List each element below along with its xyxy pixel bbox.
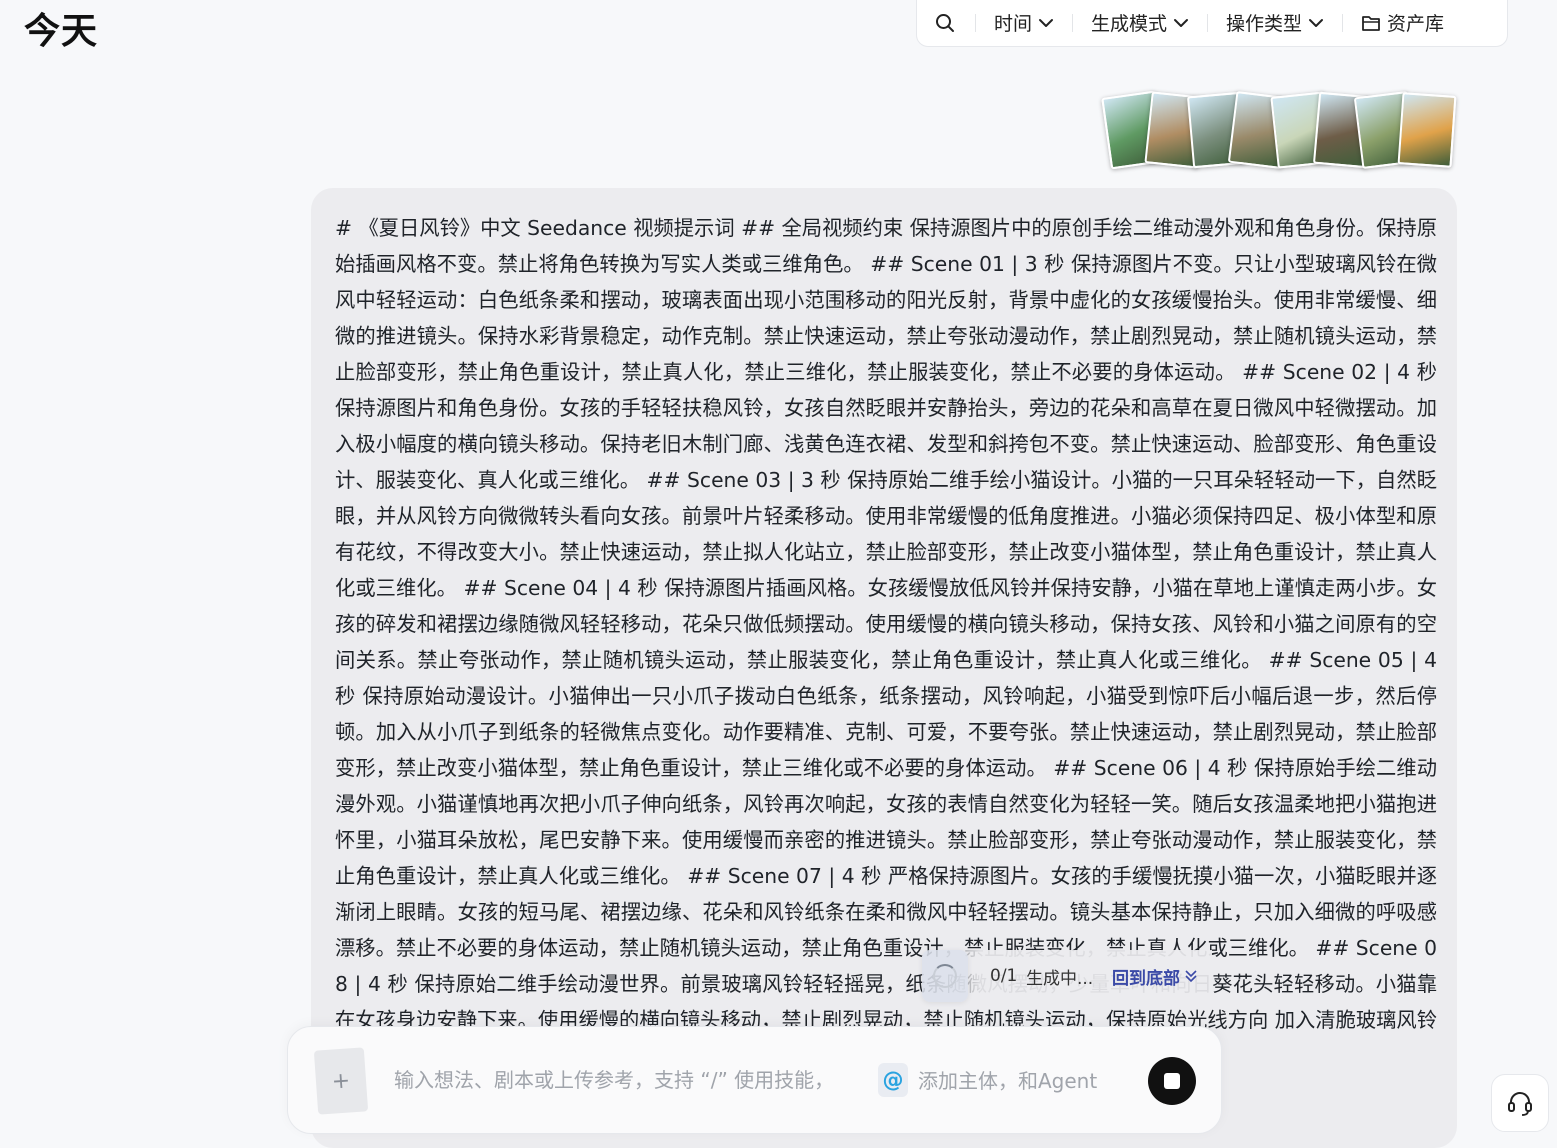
loading-spinner-icon bbox=[933, 964, 957, 988]
scroll-to-bottom-button[interactable]: 回到底部 bbox=[1112, 964, 1198, 989]
generation-state: 生成中... bbox=[1026, 968, 1094, 989]
scroll-to-bottom-label: 回到底部 bbox=[1112, 968, 1180, 989]
prompt-input[interactable] bbox=[392, 1063, 886, 1097]
chevron-down-icon bbox=[1039, 18, 1054, 27]
time-filter-dropdown[interactable]: 时间 bbox=[994, 9, 1054, 36]
chevron-down-icon bbox=[1174, 18, 1189, 27]
generation-count: 0/1 bbox=[990, 966, 1018, 986]
mention-button[interactable]: @ bbox=[878, 1063, 908, 1097]
stop-icon bbox=[1164, 1073, 1180, 1089]
toolbar-divider bbox=[1207, 13, 1209, 32]
stop-generation-button[interactable] bbox=[1148, 1057, 1196, 1105]
operation-type-label: 操作类型 bbox=[1226, 13, 1303, 35]
loading-thumbnail bbox=[922, 950, 968, 1002]
chevron-down-icon bbox=[1309, 18, 1324, 27]
asset-library-button[interactable]: 资产库 bbox=[1361, 9, 1444, 36]
filter-toolbar: 时间 生成模式 操作类型 资产库 bbox=[916, 0, 1508, 47]
generation-mode-dropdown[interactable]: 生成模式 bbox=[1091, 9, 1189, 36]
reference-image-thumbnail[interactable] bbox=[1397, 92, 1457, 168]
add-reference-button[interactable]: + bbox=[313, 1047, 369, 1115]
reference-image-stack[interactable] bbox=[1100, 90, 1457, 170]
time-filter-label: 时间 bbox=[994, 13, 1033, 35]
generation-status: 0/1 生成中... 回到底部 bbox=[922, 950, 1212, 1002]
double-chevron-down-icon bbox=[1185, 970, 1197, 983]
toolbar-divider bbox=[1072, 13, 1074, 32]
support-button[interactable] bbox=[1491, 1074, 1549, 1132]
page-title: 今天 bbox=[24, 11, 99, 52]
toolbar-divider bbox=[975, 13, 976, 32]
operation-type-dropdown[interactable]: 操作类型 bbox=[1226, 9, 1324, 36]
search-icon[interactable] bbox=[933, 11, 957, 35]
asset-library-label: 资产库 bbox=[1387, 13, 1445, 35]
prompt-message-text: # 《夏日风铃》中文 Seedance 视频提示词 ## 全局视频约束 保持源图… bbox=[335, 216, 1437, 1068]
toolbar-divider bbox=[1342, 13, 1344, 32]
folder-icon bbox=[1362, 15, 1380, 31]
headset-icon bbox=[1508, 1092, 1532, 1116]
composer-panel: + @ 添加主体，和Agent bbox=[287, 1026, 1222, 1134]
subject-hint-text: 添加主体，和Agent bbox=[918, 1069, 1098, 1093]
generation-mode-label: 生成模式 bbox=[1091, 13, 1168, 35]
